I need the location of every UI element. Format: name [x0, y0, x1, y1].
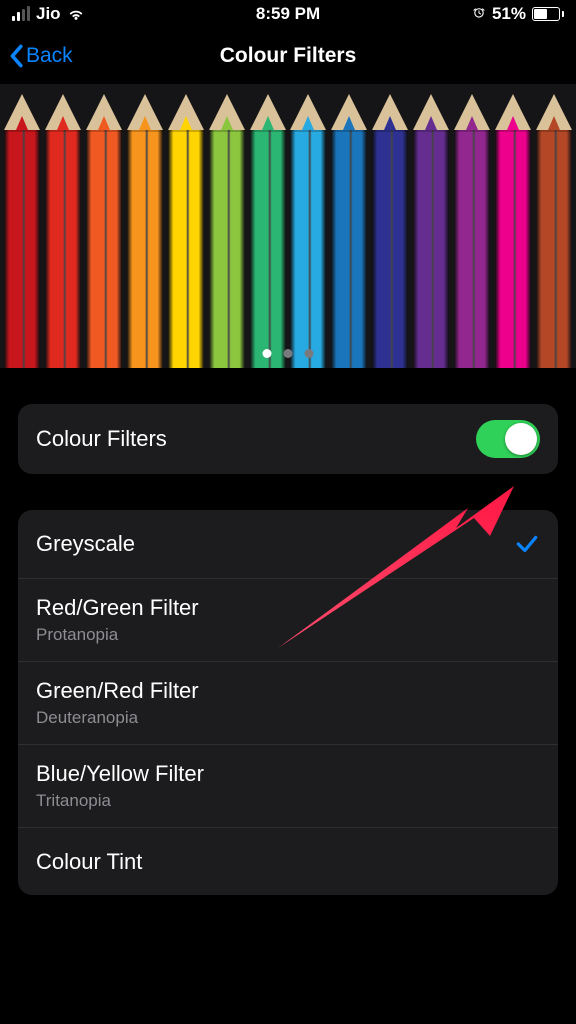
filter-option-row[interactable]: Greyscale	[18, 510, 558, 578]
pencil	[2, 84, 43, 368]
back-button[interactable]: Back	[8, 44, 73, 68]
option-subtitle: Deuteranopia	[36, 708, 199, 728]
carrier-label: Jio	[36, 4, 61, 24]
option-subtitle: Protanopia	[36, 625, 199, 645]
page-dot[interactable]	[305, 349, 314, 358]
pencil	[165, 84, 206, 368]
pencil	[84, 84, 125, 368]
toggle-label: Colour Filters	[36, 426, 167, 452]
pencil	[43, 84, 84, 368]
filter-option-row[interactable]: Blue/Yellow Filter Tritanopia	[18, 744, 558, 827]
clock-label: 8:59 PM	[256, 4, 320, 24]
page-title: Colour Filters	[220, 44, 357, 68]
wifi-icon	[67, 7, 85, 21]
option-label: Green/Red Filter	[36, 678, 199, 704]
back-label: Back	[26, 44, 73, 68]
pencil	[492, 84, 533, 368]
pencil	[329, 84, 370, 368]
status-right: 51%	[472, 4, 564, 24]
nav-bar: Back Colour Filters	[0, 28, 576, 84]
pencil	[288, 84, 329, 368]
colour-filters-toggle-row[interactable]: Colour Filters	[18, 404, 558, 474]
pencils-illustration	[0, 84, 576, 368]
page-indicator[interactable]	[263, 349, 314, 358]
checkmark-icon	[514, 531, 540, 557]
pencil	[125, 84, 166, 368]
filter-preview[interactable]	[0, 84, 576, 368]
filter-option-row[interactable]: Colour Tint	[18, 827, 558, 895]
option-label: Red/Green Filter	[36, 595, 199, 621]
chevron-left-icon	[8, 44, 24, 68]
pencil	[533, 84, 574, 368]
option-label: Blue/Yellow Filter	[36, 761, 204, 787]
filter-option-row[interactable]: Red/Green Filter Protanopia	[18, 578, 558, 661]
alarm-icon	[472, 7, 486, 21]
toggle-section: Colour Filters	[18, 404, 558, 474]
option-label: Colour Tint	[36, 849, 142, 875]
page-dot[interactable]	[263, 349, 272, 358]
pencil	[206, 84, 247, 368]
pencil	[451, 84, 492, 368]
battery-percent-label: 51%	[492, 4, 526, 24]
filter-options-list: Greyscale Red/Green Filter Protanopia Green…	[18, 510, 558, 895]
option-label: Greyscale	[36, 531, 135, 557]
pencil	[370, 84, 411, 368]
option-subtitle: Tritanopia	[36, 791, 204, 811]
battery-icon	[532, 7, 564, 21]
pencil	[247, 84, 288, 368]
pencil	[411, 84, 452, 368]
cellular-signal-icon	[12, 7, 30, 21]
colour-filters-toggle[interactable]	[476, 420, 540, 458]
status-bar: Jio 8:59 PM 51%	[0, 0, 576, 28]
status-left: Jio	[12, 4, 85, 24]
page-dot[interactable]	[284, 349, 293, 358]
filter-option-row[interactable]: Green/Red Filter Deuteranopia	[18, 661, 558, 744]
toggle-knob	[505, 423, 537, 455]
